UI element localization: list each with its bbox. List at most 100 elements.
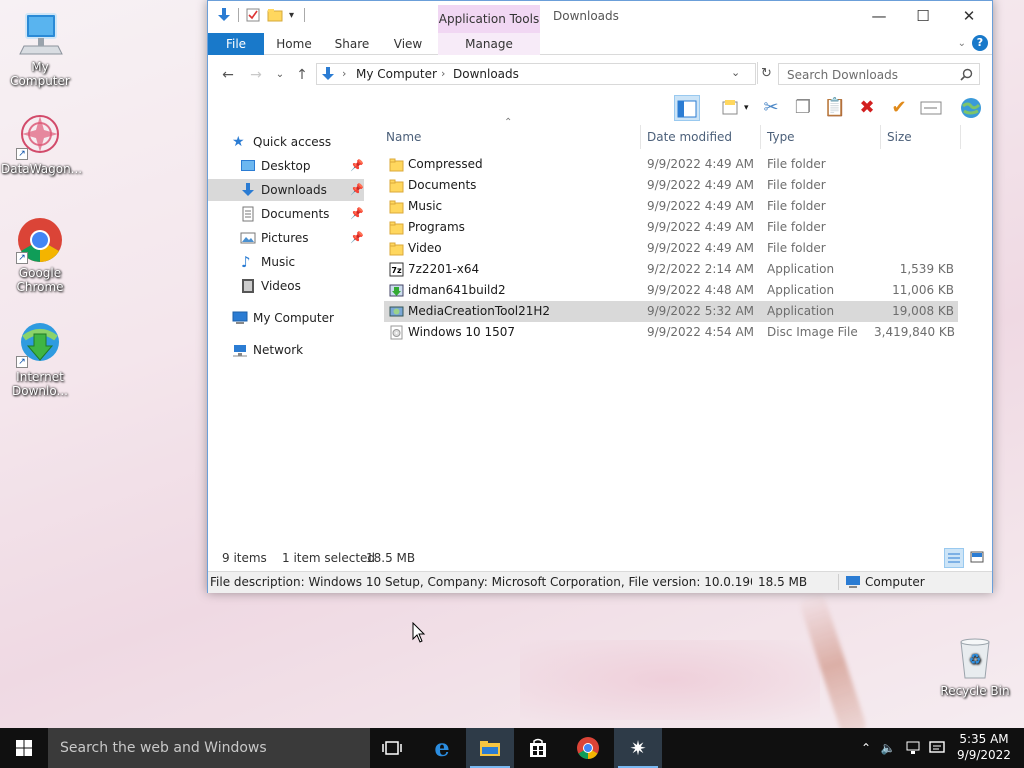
7zip-icon: 7z [389,262,404,277]
file-row[interactable]: MediaCreationTool21H2 9/9/2022 5:32 AM App… [384,301,958,322]
file-row[interactable]: Windows 10 1507 9/9/2022 4:54 AM Disc Imag… [384,322,958,343]
taskbar-media-creation-tool[interactable]: ✷ [614,728,662,768]
desktop-icon-internet-download-manager[interactable]: ↗ Internet Downlo... [1,320,79,398]
close-icon: ✕ [962,7,976,25]
help-icon[interactable]: ? [972,35,988,51]
nav-item-music[interactable]: ♪ Music [208,251,364,273]
taskbar-file-explorer[interactable] [466,728,514,768]
start-button[interactable] [0,728,48,768]
nav-item-documents[interactable]: Documents 📌 [208,203,364,225]
pin-icon[interactable]: 📌 [350,203,364,225]
copy-button[interactable]: ❐ [790,95,816,121]
nav-item-videos[interactable]: Videos [208,275,364,297]
nav-item-pictures[interactable]: Pictures 📌 [208,227,364,249]
desktop-icon-recycle-bin[interactable]: ♻ Recycle Bin [936,634,1014,698]
delete-button[interactable]: ✖ [854,95,880,121]
new-folder-icon[interactable] [267,7,283,23]
taskbar-clock[interactable]: 5:35 AM 9/9/2022 [950,731,1018,763]
show-hidden-icons-button[interactable]: ⌃ [856,728,876,768]
properties-icon[interactable] [245,7,261,23]
details-view-button[interactable] [944,548,964,568]
nav-item-my-computer[interactable]: My Computer [208,307,364,329]
file-size: 3,419,840 KB [874,325,955,339]
back-button[interactable]: ← [218,65,238,85]
network-icon [233,345,247,357]
recent-locations-button[interactable]: ⌄ [270,65,290,85]
idm-icon [389,283,404,298]
search-input[interactable]: Search Downloads [787,68,898,82]
address-bar[interactable]: › My Computer › Downloads ⌄ ↻ [316,62,772,85]
column-separator[interactable] [640,125,641,149]
large-icons-view-button[interactable] [968,548,988,568]
desktop-icon-my-computer[interactable]: My Computer [1,10,79,88]
task-view-button[interactable] [368,728,416,768]
tab-home[interactable]: Home [270,33,318,55]
preview-pane-button[interactable] [674,95,700,121]
nav-label: Network [253,343,304,357]
file-row[interactable]: idman641build2 9/9/2022 4:48 AM Applicatio… [384,280,958,301]
scissors-icon: ✂ [763,97,779,118]
cut-button[interactable]: ✂ [758,95,784,121]
nav-label: Videos [261,279,301,293]
maximize-button[interactable]: ☐ [900,1,946,31]
minimize-button[interactable]: — [856,1,902,31]
file-row[interactable]: Documents 9/9/2022 4:49 AM File folder [384,175,958,196]
file-name: Programs [408,220,465,234]
tab-manage[interactable]: Manage [438,33,540,55]
pin-icon[interactable]: 📌 [350,155,364,177]
address-dropdown-icon[interactable]: ⌄ [731,66,740,79]
network-tray-button[interactable] [902,728,924,768]
taskbar-chrome[interactable] [564,728,612,768]
rename-button[interactable] [918,95,944,121]
desktop-icon-datawagon[interactable]: ↗ DataWagon... [1,112,82,176]
file-row[interactable]: Music 9/9/2022 4:49 AM File folder [384,196,958,217]
volume-button[interactable]: 🔈 [878,728,898,768]
nav-label: Music [261,255,296,269]
breadcrumb-downloads[interactable]: Downloads [453,67,519,81]
file-row[interactable]: 7z 7z2201-x64 9/2/2022 2:14 AM Application 1… [384,259,958,280]
pin-icon[interactable]: 📌 [350,179,364,201]
taskbar-store[interactable] [514,728,562,768]
search-box[interactable]: Search Downloads [778,63,980,85]
tab-share[interactable]: Share [328,33,376,55]
forward-button[interactable]: → [246,65,266,85]
command-toolbar: ▾ ✂ ❐ 📋 ✖ ✔ [208,93,992,123]
column-separator[interactable] [760,125,761,149]
expand-ribbon-chevron-icon[interactable]: ⌄ [958,38,966,49]
nav-item-desktop[interactable]: Desktop 📌 [208,155,364,177]
desktop-icon-google-chrome[interactable]: ↗ Google Chrome [1,216,79,294]
nav-label: Quick access [253,135,332,149]
views-button[interactable]: ▾ [712,95,752,121]
file-row[interactable]: Compressed 9/9/2022 4:49 AM File folder [384,154,958,175]
column-header-size[interactable]: Size [887,127,912,147]
taskbar-edge[interactable]: e [418,728,466,768]
chevron-right-icon: › [441,67,446,80]
up-button[interactable]: ↑ [292,65,312,85]
network-globe-button[interactable] [958,95,984,121]
column-header-date-modified[interactable]: Date modified [647,127,732,147]
nav-item-downloads[interactable]: Downloads 📌 [208,179,364,201]
downloads-folder-icon [242,183,254,196]
tab-file[interactable]: File [208,33,264,55]
customize-qat-chevron-icon[interactable]: ▾ [289,10,294,21]
nav-quick-access[interactable]: ★ Quick access [208,131,364,153]
column-separator[interactable] [880,125,881,149]
file-size: 19,008 KB [892,304,954,318]
refresh-icon[interactable]: ↻ [761,66,772,81]
column-separator[interactable] [960,125,961,149]
taskbar-search-box[interactable]: Search the web and Windows [48,728,370,768]
breadcrumb-my-computer[interactable]: My Computer [356,67,437,81]
file-row[interactable]: Video 9/9/2022 4:49 AM File folder [384,238,958,259]
close-button[interactable]: ✕ [946,1,992,31]
file-description: File description: Windows 10 Setup, Comp… [210,575,752,589]
file-row[interactable]: Programs 9/9/2022 4:49 AM File folder [384,217,958,238]
column-header-type[interactable]: Type [767,127,795,147]
select-all-button[interactable]: ✔ [886,95,912,121]
tab-view[interactable]: View [384,33,432,55]
paste-button[interactable]: 📋 [822,95,848,121]
action-center-button[interactable] [926,728,948,768]
pin-icon[interactable]: 📌 [350,227,364,249]
search-icon [960,68,973,81]
column-header-name[interactable]: Name [386,127,421,147]
nav-item-network[interactable]: Network [208,339,364,361]
